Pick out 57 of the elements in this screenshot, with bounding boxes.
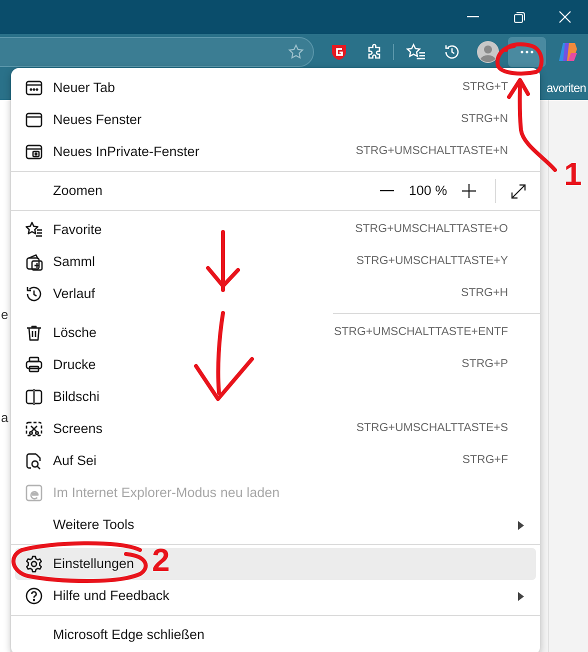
favorites-icon[interactable]: [406, 43, 426, 61]
menu-item[interactable]: Screens STRG+UMSCHALTTASTE+S: [15, 413, 536, 445]
shortcut-text: STRG+UMSCHALTTASTE+Y: [356, 254, 508, 270]
shortcut-text: STRG+UMSCHALTTASTE+ENTF: [334, 325, 508, 340]
shortcut-text: STRG+UMSCHALTTASTE+O: [355, 222, 508, 238]
expand-icon: [510, 184, 526, 198]
internet-explorer-icon: [24, 483, 44, 503]
tab-icon: [24, 78, 44, 98]
restore-icon: [514, 12, 524, 22]
menu-item[interactable]: Neues InPrivate-Fenster STRG+UMSCHALTTASTE+N: [15, 136, 536, 168]
step-number: 1: [564, 158, 582, 190]
menu-item[interactable]: Drucke STRG+P: [15, 349, 536, 381]
menu-item[interactable]: Microsoft Edge schließen: [15, 619, 536, 651]
printer-icon: [24, 355, 44, 375]
star-icon[interactable]: [287, 43, 305, 61]
shortcut-text: STRG+H: [461, 286, 508, 302]
circle-annotation: [496, 42, 544, 76]
minimize-icon: [467, 16, 479, 18]
arrow-annotation: [206, 230, 240, 292]
split-screen-icon: [24, 387, 44, 407]
menu-item[interactable]: Hilfe und Feedback: [15, 580, 536, 612]
menu-item[interactable]: Favorite STRG+UMSCHALTTASTE+O: [15, 214, 536, 246]
avatar-icon[interactable]: [477, 41, 499, 63]
menu-item[interactable]: Verlauf STRG+H: [15, 278, 536, 310]
shortcut-text: STRG+N: [461, 112, 508, 128]
history-icon[interactable]: [443, 43, 461, 61]
menu-item[interactable]: Samml STRG+UMSCHALTTASTE+Y: [15, 246, 536, 278]
page-text: e: [1, 306, 8, 324]
trash-icon: [24, 323, 44, 343]
window-icon: [24, 110, 44, 130]
plus-icon: [462, 184, 476, 198]
private-window-icon: [24, 142, 44, 162]
shortcut-text: STRG+UMSCHALTTASTE+N: [356, 144, 508, 160]
minus-icon: [380, 190, 394, 192]
close-icon: [559, 11, 571, 23]
page-text: a: [1, 409, 8, 427]
menu-item[interactable]: Auf Sei STRG+F: [15, 445, 536, 477]
zoom-level: 100 %: [408, 182, 448, 200]
menu-item[interactable]: Lösche STRG+UMSCHALTTASTE+ENTF: [15, 317, 536, 349]
menu-item[interactable]: Weitere Tools: [15, 509, 536, 541]
shortcut-text: STRG+T: [462, 80, 508, 96]
shield-icon[interactable]: [330, 43, 348, 61]
help-icon: [24, 586, 44, 606]
menu-item[interactable]: Neuer Tab STRG+T: [15, 72, 536, 104]
shortcut-text: STRG+UMSCHALTTASTE+S: [356, 421, 508, 436]
menu-item[interactable]: Bildschi: [15, 381, 536, 413]
more-icon: [520, 50, 534, 54]
shortcut-text: STRG+F: [462, 453, 508, 468]
shortcut-text: STRG+P: [462, 357, 508, 372]
menu-item[interactable]: Neues Fenster STRG+N: [15, 104, 536, 136]
screenshot-icon: [24, 419, 44, 439]
settings-icon: [24, 554, 44, 574]
collections-icon: [24, 252, 44, 272]
copilot-icon[interactable]: [557, 41, 579, 63]
favorites-bar-label[interactable]: avoriten: [546, 79, 586, 97]
history-icon: [24, 284, 44, 304]
menu-item-label: Zoomen: [53, 182, 104, 200]
